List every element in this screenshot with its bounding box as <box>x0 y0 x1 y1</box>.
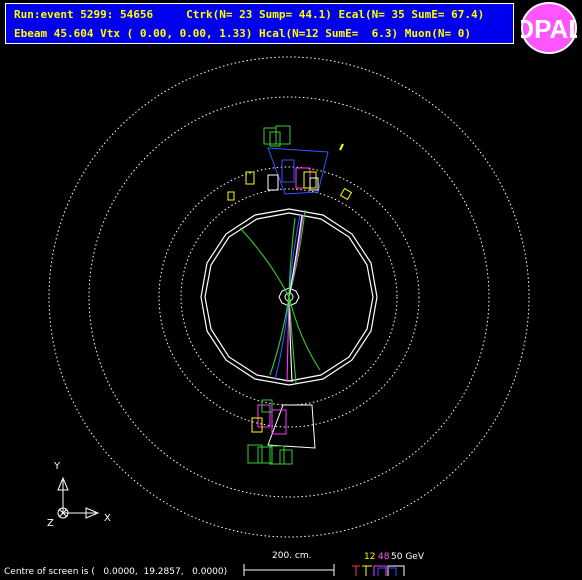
hcal-clusters-bottom <box>247 444 293 465</box>
opal-logo: OPAL <box>521 2 577 54</box>
hcal-clusters-top <box>263 125 291 147</box>
header-line-run: Run:event 5299: 54656 Ctrk(N= 23 Sump= 4… <box>14 8 485 21</box>
ecal-clusters-top <box>227 143 353 201</box>
axis-label-z: Z <box>47 518 54 529</box>
tracks <box>239 209 321 384</box>
energy-legend-bars <box>352 565 405 576</box>
axis-label-x: X <box>104 513 111 524</box>
axis-label-y: Y <box>54 461 61 472</box>
event-display <box>48 56 530 576</box>
axes-indicator <box>57 476 100 519</box>
scale-label: 200. cm. <box>272 551 312 561</box>
energy-label-48: 48 <box>378 552 390 562</box>
energy-label-50: 50 GeV <box>391 552 424 562</box>
event-info-header: Run:event 5299: 54656 Ctrk(N= 23 Sump= 4… <box>5 3 514 44</box>
header-line-beam: Ebeam 45.604 Vtx ( 0.00, 0.00, 1.33) Hca… <box>14 27 471 40</box>
ecal-clusters-bottom <box>251 399 316 449</box>
logo-text: OPAL <box>521 14 577 44</box>
energy-label-12: 12 <box>364 552 376 562</box>
scale-bar <box>243 564 335 576</box>
screen-centre-text: Centre of screen is ( 0.0000, 19.2857, 0… <box>4 567 228 577</box>
